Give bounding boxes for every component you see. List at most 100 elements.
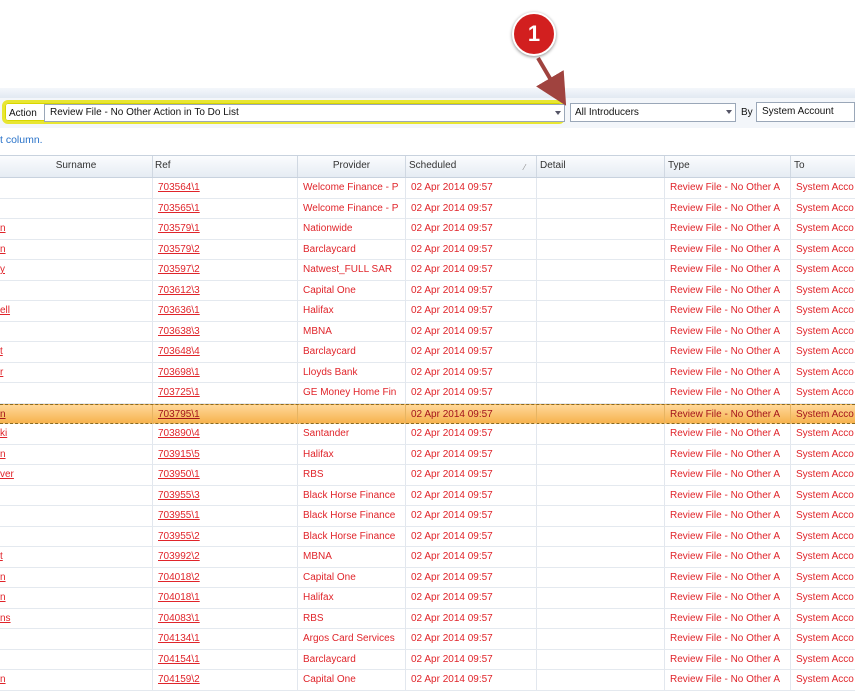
chevron-down-icon[interactable] [726,110,732,114]
introducer-dropdown[interactable]: All Introducers [570,103,736,122]
cell-surname[interactable] [0,629,153,649]
table-row[interactable]: n 703915\5 Halifax 02 Apr 2014 09:57 Review … [0,444,855,465]
cell-ref[interactable]: 703597\2 [153,260,298,280]
cell-surname[interactable]: t [0,547,153,567]
cell-surname[interactable]: n [0,444,153,465]
cell-surname[interactable] [0,198,153,219]
cell-detail [537,404,665,425]
table-row[interactable]: n 704018\2 Capital One 02 Apr 2014 09:57 Rev… [0,567,855,588]
table-row[interactable]: 703955\3 Black Horse Finance 02 Apr 2014 0… [0,485,855,506]
cell-surname[interactable]: n [0,239,153,260]
cell-surname[interactable] [0,485,153,506]
column-header-ref[interactable]: Ref [153,156,298,177]
table-row[interactable]: r 703698\1 Lloyds Bank 02 Apr 2014 09:57 Rev… [0,362,855,383]
table-row[interactable]: ver 703950\1 RBS 02 Apr 2014 09:57 Review Fi… [0,465,855,486]
table-row[interactable]: n 704018\1 Halifax 02 Apr 2014 09:57 Review … [0,588,855,609]
cell-type: Review File - No Other A [665,362,791,383]
table-row[interactable]: 703955\1 Black Horse Finance 02 Apr 2014 0… [0,506,855,527]
cell-surname[interactable] [0,506,153,526]
table-row[interactable]: 704134\1 Argos Card Services 02 Apr 2014 0… [0,629,855,650]
cell-ref[interactable]: 703638\3 [153,321,298,342]
table-row[interactable]: 703955\2 Black Horse Finance 02 Apr 2014 0… [0,526,855,547]
table-row[interactable]: n 703795\1 02 Apr 2014 09:57 Review File - … [0,403,855,425]
column-header-provider[interactable]: Provider [298,156,406,177]
column-header-surname[interactable]: Surname [0,156,153,177]
cell-surname[interactable] [0,649,153,670]
cell-ref[interactable]: 704134\1 [153,629,298,649]
table-row[interactable]: t 703992\2 MBNA 02 Apr 2014 09:57 Review Fil… [0,547,855,568]
cell-surname[interactable]: ell [0,301,153,321]
cell-ref[interactable]: 703612\3 [153,280,298,301]
cell-surname[interactable]: ns [0,608,153,629]
cell-surname[interactable] [0,321,153,342]
cell-to: System Acco [796,366,854,378]
cell-ref[interactable]: 704083\1 [153,608,298,629]
cell-ref[interactable]: 704154\1 [153,649,298,670]
cell-provider: Black Horse Finance [298,506,406,526]
table-row[interactable]: 703725\1 GE Money Home Fin 02 Apr 2014 09:… [0,383,855,404]
column-header-to[interactable]: To [791,156,855,177]
cell-ref[interactable]: 703648\4 [153,342,298,362]
cell-scheduled: 02 Apr 2014 09:57 [406,567,537,588]
column-header-scheduled[interactable]: Scheduled [406,156,537,177]
table-row[interactable]: 703638\3 MBNA 02 Apr 2014 09:57 Review File… [0,321,855,342]
table-row[interactable]: n 704159\2 Capital One 02 Apr 2014 09:57 Rev… [0,670,855,691]
cell-surname[interactable] [0,526,153,547]
table-row[interactable]: 703612\3 Capital One 02 Apr 2014 09:57 Revi… [0,280,855,301]
table-row[interactable]: n 703579\2 Barclaycard 02 Apr 2014 09:57 Rev… [0,239,855,260]
chevron-down-icon[interactable] [555,111,561,115]
column-header-type[interactable]: Type [665,156,791,177]
action-dropdown[interactable]: Review File - No Other Action in To Do L… [44,104,565,122]
table-row[interactable]: 704154\1 Barclaycard 02 Apr 2014 09:57 Revi… [0,649,855,670]
cell-ref[interactable]: 703915\5 [153,444,298,465]
table-row[interactable]: 703564\1 Welcome Finance - P 02 Apr 2014 0… [0,178,855,199]
cell-ref[interactable]: 704018\2 [153,567,298,588]
cell-ref[interactable]: 703565\1 [153,198,298,219]
cell-ref[interactable]: 703955\1 [153,506,298,526]
account-dropdown[interactable]: System Account [756,102,855,122]
cell-type: Review File - No Other A [665,301,791,321]
cell-surname[interactable] [0,178,153,198]
cell-ref[interactable]: 703955\3 [153,485,298,506]
cell-surname[interactable]: n [0,670,153,690]
cell-surname[interactable]: t [0,342,153,362]
table-row[interactable]: n 703579\1 Nationwide 02 Apr 2014 09:57 Revi… [0,219,855,240]
cell-surname[interactable]: ki [0,424,153,444]
cell-ref[interactable]: 703564\1 [153,178,298,198]
cell-to: System Acco [796,305,854,316]
cell-to: System Acco [796,489,854,501]
cell-ref[interactable]: 703725\1 [153,383,298,403]
cell-ref[interactable]: 703955\2 [153,526,298,547]
cell-ref[interactable]: 703890\4 [153,424,298,444]
cell-surname[interactable]: n [0,567,153,588]
table-row[interactable]: ell 703636\1 Halifax 02 Apr 2014 09:57 Revie… [0,301,855,322]
cell-ref[interactable]: 703795\1 [153,404,298,425]
cell-ref[interactable]: 704018\1 [153,588,298,608]
cell-surname[interactable]: ver [0,465,153,485]
cell-scheduled: 02 Apr 2014 09:57 [406,301,537,321]
cell-surname[interactable]: y [0,260,153,280]
table-row[interactable]: ki 703890\4 Santander 02 Apr 2014 09:57 Revi… [0,424,855,445]
cell-ref[interactable]: 703579\1 [153,219,298,239]
table-row[interactable]: ns 704083\1 RBS 02 Apr 2014 09:57 Review Fil… [0,608,855,629]
cell-ref[interactable]: 703992\2 [153,547,298,567]
table-row[interactable]: 703565\1 Welcome Finance - P 02 Apr 2014 0… [0,198,855,219]
group-by-hint: t column. [0,134,43,146]
cell-type: Review File - No Other A [665,424,791,444]
cell-ref[interactable]: 703579\2 [153,239,298,260]
cell-type: Review File - No Other A [665,526,791,547]
cell-ref[interactable]: 703636\1 [153,301,298,321]
cell-surname[interactable]: n [0,588,153,608]
table-row[interactable]: y 703597\2 Natwest_FULL SAR 02 Apr 2014 09:… [0,260,855,281]
cell-surname[interactable] [0,280,153,301]
cell-surname[interactable] [0,383,153,403]
cell-surname[interactable]: r [0,362,153,383]
table-row[interactable]: t 703648\4 Barclaycard 02 Apr 2014 09:57 Rev… [0,342,855,363]
cell-surname[interactable]: n [0,404,153,425]
cell-ref[interactable]: 703950\1 [153,465,298,485]
cell-to: System Acco [796,592,854,603]
cell-surname[interactable]: n [0,219,153,239]
cell-ref[interactable]: 703698\1 [153,362,298,383]
column-header-detail[interactable]: Detail [537,156,665,177]
cell-ref[interactable]: 704159\2 [153,670,298,690]
